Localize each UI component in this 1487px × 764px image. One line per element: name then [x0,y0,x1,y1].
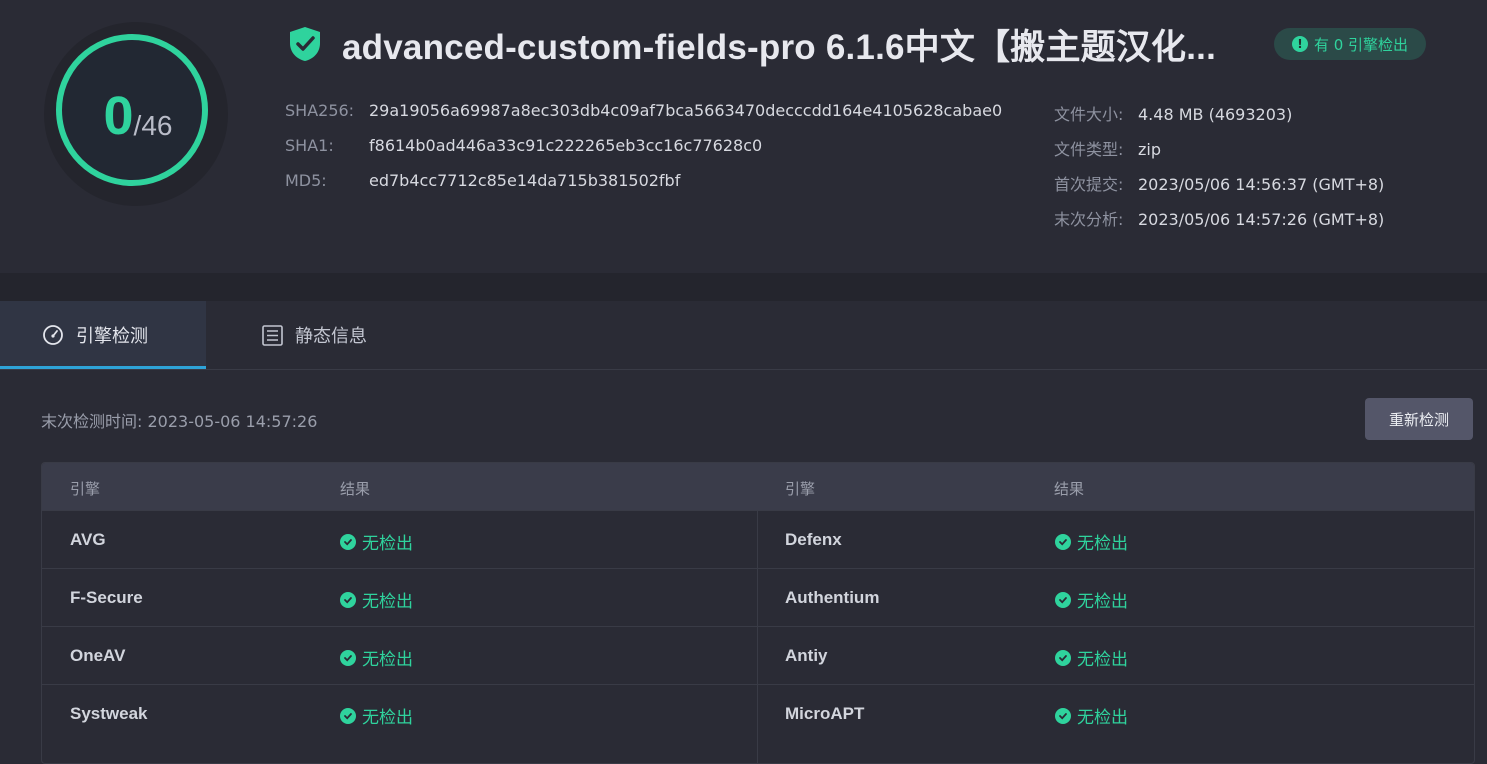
detected-count: 0 [103,86,134,146]
table-row: F-Secure 无检出 Authentium 无检出 [42,568,1474,626]
table-row: Systweak 无检出 MicroAPT 无检出 [42,684,1474,742]
check-circle-icon [1055,533,1071,550]
detection-status-badge: ! 有 0 引擎检出 [1274,28,1426,60]
check-circle-icon [340,649,356,666]
engine-name: Systweak [70,704,148,723]
exclamation-icon: ! [1291,36,1308,52]
engine-name: Authentium [785,588,880,607]
header-engine: 引擎 [70,480,101,498]
list-icon [262,324,283,346]
engine-name: Defenx [785,530,842,549]
badge-label: 有 0 引擎检出 [1313,35,1409,54]
header-engine: 引擎 [785,480,816,498]
result-cell: 无检出 [1055,587,1128,612]
engine-name: F-Secure [70,588,143,607]
meta-last-analysis: 末次分析: 2023/05/06 14:57:26 (GMT+8) [1054,210,1385,229]
gauge-icon [42,324,64,346]
shield-check-icon [290,27,320,61]
result-cell: 无检出 [1055,703,1128,728]
detection-score-gauge: 0 /46 [44,22,228,206]
tab-static-info[interactable]: 静态信息 [262,301,367,369]
tab-engine-detection[interactable]: 引擎检测 [0,301,206,369]
engine-total: /46 [133,110,173,141]
check-circle-icon [340,707,356,724]
result-cell: 无检出 [340,529,413,554]
check-circle-icon [340,591,356,608]
hash-md5: MD5: ed7b4cc7712c85e14da715b381502fbf [285,171,681,190]
hash-sha1: SHA1: f8614b0ad446a33c91c222265eb3cc16c77… [285,136,763,155]
check-circle-icon [1055,707,1071,724]
header-result: 结果 [1054,480,1085,498]
tab-bar: 引擎检测 静态信息 [0,301,1487,370]
section-divider [0,273,1487,301]
engine-name: Antiy [785,646,828,665]
last-check-time: 末次检测时间: 2023-05-06 14:57:26 [41,412,318,431]
table-row: OneAV 无检出 Antiy 无检出 [42,626,1474,684]
check-circle-icon [1055,649,1071,666]
engine-name: MicroAPT [785,704,865,723]
file-title: advanced-custom-fields-pro 6.1.6中文【搬主题汉化… [342,27,1217,67]
engine-name: AVG [70,530,106,549]
meta-first-submit: 首次提交: 2023/05/06 14:56:37 (GMT+8) [1054,175,1385,194]
hash-sha256: SHA256: 29a19056a69987a8ec303db4c09af7bca… [285,101,1003,120]
result-cell: 无检出 [1055,645,1128,670]
result-cell: 无检出 [1055,529,1128,554]
result-cell: 无检出 [340,587,413,612]
header-result: 结果 [340,480,371,498]
tab-label: 静态信息 [295,326,367,347]
result-cell: 无检出 [340,645,413,670]
check-circle-icon [1055,591,1071,608]
file-summary-header: 0 /46 advanced-custom-fields-pro 6.1.6中文… [0,0,1487,273]
table-row: AVG 无检出 Defenx 无检出 [42,510,1474,568]
recheck-button[interactable]: 重新检测 [1365,398,1473,440]
result-cell: 无检出 [340,703,413,728]
meta-file-size: 文件大小: 4.48 MB (4693203) [1054,105,1293,124]
meta-file-type: 文件类型: zip [1054,140,1161,159]
engine-name: OneAV [70,646,126,665]
table-header: 引擎 结果 引擎 结果 [42,463,1474,510]
tab-label: 引擎检测 [76,326,148,347]
check-circle-icon [340,533,356,550]
engine-results-table: 引擎 结果 引擎 结果 AVG 无检出 Defenx 无检出 F-Secure … [41,462,1475,764]
